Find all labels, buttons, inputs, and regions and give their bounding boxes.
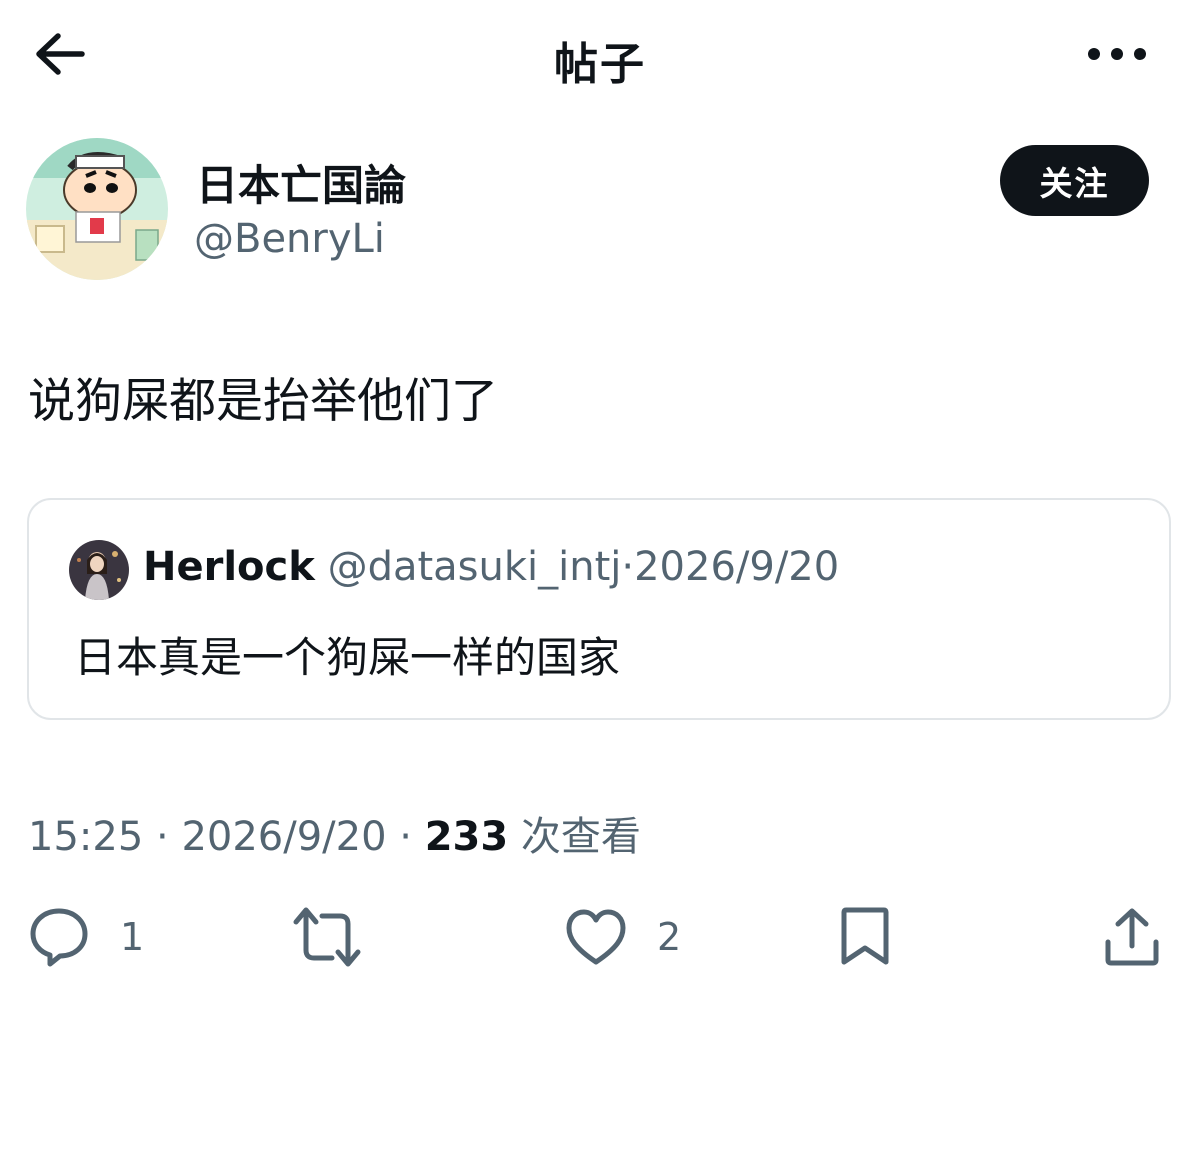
like-button[interactable]: 2 [565,905,681,969]
reply-button[interactable]: 1 [28,905,144,969]
top-bar: 帖子 [0,0,1200,110]
author-name[interactable]: 日本亡国論 [196,152,406,213]
quoted-post-card[interactable]: Herlock @datasuki_intj·2026/9/20 日本真是一个狗… [27,498,1171,720]
quoted-post-date: 2026/9/20 [634,544,840,590]
separator-dot: · [399,814,412,860]
author-avatar[interactable] [26,138,168,280]
repost-icon [293,907,361,967]
avatar-image [26,138,168,280]
heart-icon [566,909,626,965]
quoted-author-handle[interactable]: @datasuki_intj [328,544,622,590]
page-title: 帖子 [554,39,646,90]
bookmark-button[interactable] [838,905,892,969]
quoted-post-text: 日本真是一个狗屎一样的国家 [74,633,621,682]
separator-dot: · [621,544,635,590]
reply-icon [30,908,88,967]
more-button[interactable] [1082,26,1152,86]
reply-count: 1 [120,915,145,959]
separator-dot: · [156,814,169,860]
share-button[interactable] [1102,905,1162,969]
quoted-avatar-image [69,540,129,600]
bookmark-icon [841,907,889,965]
more-horizontal-icon [1088,48,1146,60]
post-date: 2026/9/20 [181,814,387,860]
quoted-author-name[interactable]: Herlock [143,544,315,590]
repost-button[interactable] [292,905,392,969]
follow-button[interactable]: 关注 [1000,145,1149,216]
views-count[interactable]: 233 [425,814,509,860]
post-time: 15:25 [28,814,144,860]
views-label: 次查看 [520,814,641,860]
like-count: 2 [657,915,682,959]
post-meta: 15:25 · 2026/9/20 · 233 次查看 [28,804,641,862]
quoted-author-avatar[interactable] [69,540,129,600]
author-handle[interactable]: @BenryLi [194,216,385,262]
post-text: 说狗屎都是抬举他们了 [28,374,498,429]
share-icon [1105,908,1159,966]
quoted-post-header: Herlock @datasuki_intj·2026/9/20 [143,544,839,590]
